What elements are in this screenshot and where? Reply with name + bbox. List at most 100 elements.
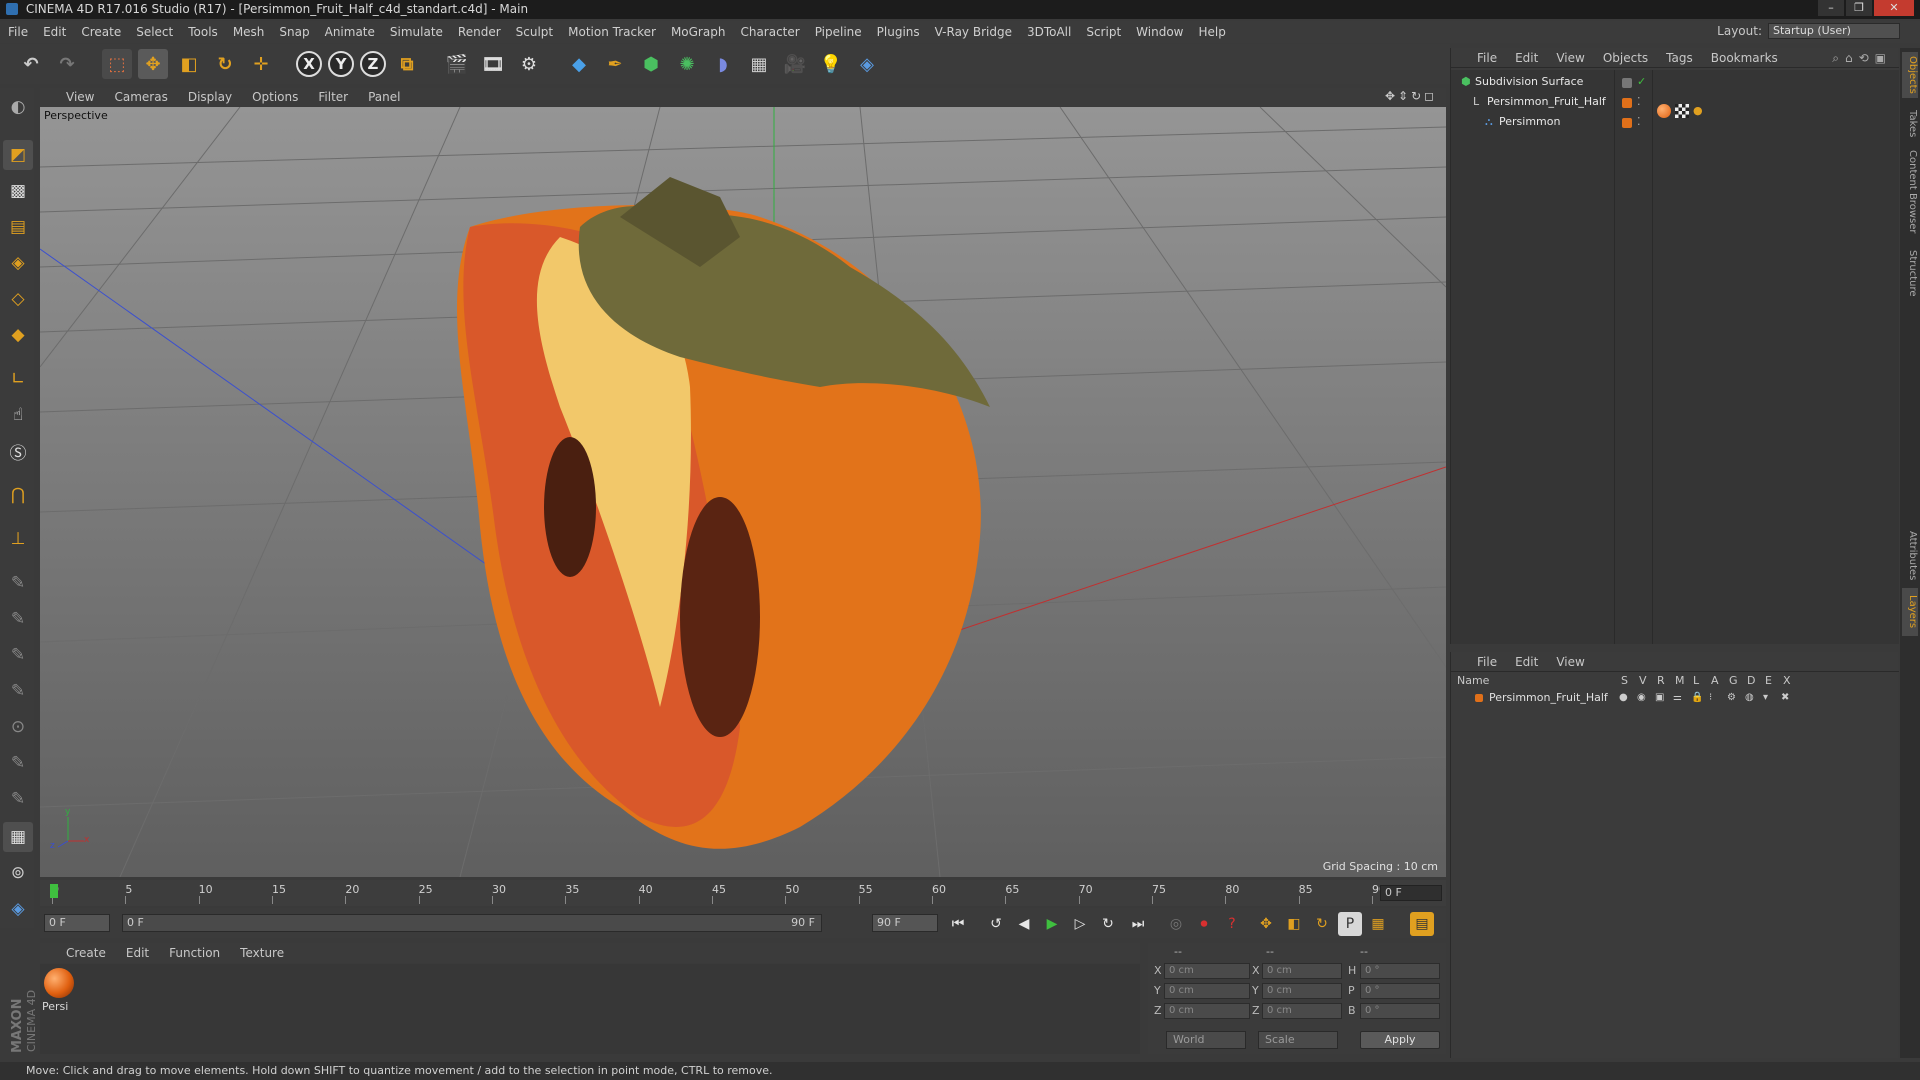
material-menu-edit[interactable]: Edit bbox=[126, 946, 149, 960]
next-frame-icon[interactable]: ▷ bbox=[1068, 912, 1092, 936]
viewport-menu-panel[interactable]: Panel bbox=[368, 90, 400, 104]
transform-icon[interactable]: ✛ bbox=[246, 49, 276, 79]
menu-help[interactable]: Help bbox=[1198, 25, 1225, 39]
viewport-menu-cameras[interactable]: Cameras bbox=[114, 90, 167, 104]
redo-icon[interactable]: ↷ bbox=[52, 49, 82, 79]
menu-tools[interactable]: Tools bbox=[188, 25, 218, 39]
menu-file[interactable]: File bbox=[8, 25, 28, 39]
magnet-icon[interactable]: ⋂ bbox=[3, 480, 33, 510]
model-mode-icon[interactable]: ◩ bbox=[3, 140, 33, 170]
side-tab-structure[interactable]: Structure bbox=[1902, 238, 1918, 308]
layer-toggle-icon[interactable]: ▣ bbox=[1655, 690, 1664, 706]
viewport-menu-view[interactable]: View bbox=[66, 90, 94, 104]
texture-mode-icon[interactable]: ▩ bbox=[3, 176, 33, 206]
menu-select[interactable]: Select bbox=[136, 25, 173, 39]
solo-mode-icon[interactable]: Ⓢ bbox=[3, 436, 33, 466]
current-frame-field[interactable]: 0 F bbox=[1380, 885, 1442, 901]
close-button[interactable]: ✕ bbox=[1874, 0, 1914, 16]
layer-toggle-icon[interactable]: ◍ bbox=[1745, 690, 1754, 706]
layer-toggle-icon[interactable]: ✖ bbox=[1781, 690, 1789, 706]
tool-5-icon[interactable]: ⊙ bbox=[3, 712, 33, 742]
key-parameter-icon[interactable]: P bbox=[1338, 912, 1362, 936]
material-menu-function[interactable]: Function bbox=[169, 946, 220, 960]
end-frame-field[interactable]: 90 F bbox=[872, 914, 938, 932]
grid-lock-icon[interactable]: ▦ bbox=[3, 822, 33, 852]
workplane-icon[interactable]: ▤ bbox=[3, 212, 33, 242]
viewport-menu-options[interactable]: Options bbox=[252, 90, 298, 104]
material-menu-texture[interactable]: Texture bbox=[240, 946, 284, 960]
move-icon[interactable]: ✥ bbox=[138, 49, 168, 79]
position-field[interactable]: 0 cm bbox=[1164, 963, 1250, 979]
menu-render[interactable]: Render bbox=[458, 25, 501, 39]
tool-4-icon[interactable]: ✎ bbox=[3, 676, 33, 706]
size-field[interactable]: 0 cm bbox=[1262, 983, 1342, 999]
python-icon[interactable]: ◈ bbox=[852, 49, 882, 79]
y-axis-lock-button[interactable]: Y bbox=[328, 51, 354, 77]
menu-plugins[interactable]: Plugins bbox=[877, 25, 920, 39]
viewport-menu-filter[interactable]: Filter bbox=[318, 90, 348, 104]
layout-dropdown[interactable]: Startup (User) bbox=[1768, 23, 1900, 39]
rotate-icon[interactable]: ↻ bbox=[210, 49, 240, 79]
side-tab-attributes[interactable]: Attributes bbox=[1902, 528, 1918, 584]
tool-3-icon[interactable]: ✎ bbox=[3, 640, 33, 670]
next-key-icon[interactable]: ↻ bbox=[1096, 912, 1120, 936]
z-axis-lock-button[interactable]: Z bbox=[360, 51, 386, 77]
apply-button[interactable]: Apply bbox=[1360, 1031, 1440, 1049]
tool-2-icon[interactable]: ✎ bbox=[3, 604, 33, 634]
key-scale-icon[interactable]: ◧ bbox=[1282, 912, 1306, 936]
start-frame-field[interactable]: 0 F bbox=[44, 914, 110, 932]
size-field[interactable]: 0 cm bbox=[1262, 1003, 1342, 1019]
viewport-menu-display[interactable]: Display bbox=[188, 90, 232, 104]
object-menu-file[interactable]: File bbox=[1477, 51, 1497, 65]
layer-column-d[interactable]: D bbox=[1747, 674, 1755, 687]
undo-icon[interactable]: ↶ bbox=[16, 49, 46, 79]
layer-toggle-icon[interactable]: ● bbox=[1619, 690, 1628, 706]
object-layer-swatch[interactable] bbox=[1622, 118, 1632, 128]
side-tab-takes[interactable]: Takes bbox=[1902, 104, 1918, 144]
rotation-field[interactable]: 0 ° bbox=[1360, 1003, 1440, 1019]
go-to-start-icon[interactable]: ⏮ bbox=[946, 912, 970, 936]
minimize-button[interactable]: – bbox=[1818, 0, 1844, 16]
tool-7-icon[interactable]: ✎ bbox=[3, 784, 33, 814]
key-position-icon[interactable]: ✥ bbox=[1254, 912, 1278, 936]
python-script-icon[interactable]: ◈ bbox=[3, 894, 33, 924]
object-menu-bookmarks[interactable]: Bookmarks bbox=[1711, 51, 1778, 65]
timeline-ruler[interactable]: 051015202530354045505560657075808590 bbox=[52, 880, 1386, 906]
coord-mode-dropdown[interactable]: World bbox=[1166, 1031, 1246, 1049]
tool-6-icon[interactable]: ✎ bbox=[3, 748, 33, 778]
material-thumbnail[interactable] bbox=[44, 968, 74, 998]
enable-axis-icon[interactable]: ⊚ bbox=[3, 858, 33, 888]
layer-column-l[interactable]: L bbox=[1693, 674, 1699, 687]
axis-mode-icon[interactable]: ∟ bbox=[3, 364, 33, 394]
side-tab-layers[interactable]: Layers bbox=[1902, 588, 1918, 636]
timeline[interactable]: 051015202530354045505560657075808590 0 F bbox=[40, 880, 1446, 906]
menu-motion-tracker[interactable]: Motion Tracker bbox=[568, 25, 656, 39]
array-icon[interactable]: ✺ bbox=[672, 49, 702, 79]
coordinate-system-icon[interactable]: ⧉ bbox=[392, 49, 422, 79]
scale-icon[interactable]: ◧ bbox=[174, 49, 204, 79]
layer-column-a[interactable]: A bbox=[1711, 674, 1719, 687]
frame-range-slider[interactable]: 0 F 90 F bbox=[122, 914, 822, 932]
position-field[interactable]: 0 cm bbox=[1164, 983, 1250, 999]
object-menu-tags[interactable]: Tags bbox=[1666, 51, 1693, 65]
object-menu-view[interactable]: View bbox=[1556, 51, 1584, 65]
layer-menu-edit[interactable]: Edit bbox=[1515, 655, 1538, 669]
phong-tag-icon[interactable]: ● bbox=[1693, 104, 1707, 118]
position-field[interactable]: 0 cm bbox=[1164, 1003, 1250, 1019]
viewport-nav-icons[interactable]: ✥⇕↻◻ bbox=[1385, 89, 1437, 103]
layer-toggle-icon[interactable]: ⚌ bbox=[1673, 690, 1682, 706]
menu-animate[interactable]: Animate bbox=[325, 25, 375, 39]
layer-toggle-icon[interactable]: ⁝ bbox=[1709, 690, 1712, 706]
menu-mograph[interactable]: MoGraph bbox=[671, 25, 726, 39]
menu-character[interactable]: Character bbox=[740, 25, 799, 39]
menu-3dtoall[interactable]: 3DToAll bbox=[1027, 25, 1071, 39]
edges-mode-icon[interactable]: ◇ bbox=[3, 284, 33, 314]
layer-column-m[interactable]: M bbox=[1675, 674, 1685, 687]
object-visibility-dots[interactable]: ✓ bbox=[1637, 74, 1646, 90]
previous-key-icon[interactable]: ↺ bbox=[984, 912, 1008, 936]
layer-column-v[interactable]: V bbox=[1639, 674, 1647, 687]
menu-snap[interactable]: Snap bbox=[279, 25, 309, 39]
playhead[interactable] bbox=[50, 884, 58, 898]
x-axis-lock-button[interactable]: X bbox=[296, 51, 322, 77]
material-menu-create[interactable]: Create bbox=[66, 946, 106, 960]
